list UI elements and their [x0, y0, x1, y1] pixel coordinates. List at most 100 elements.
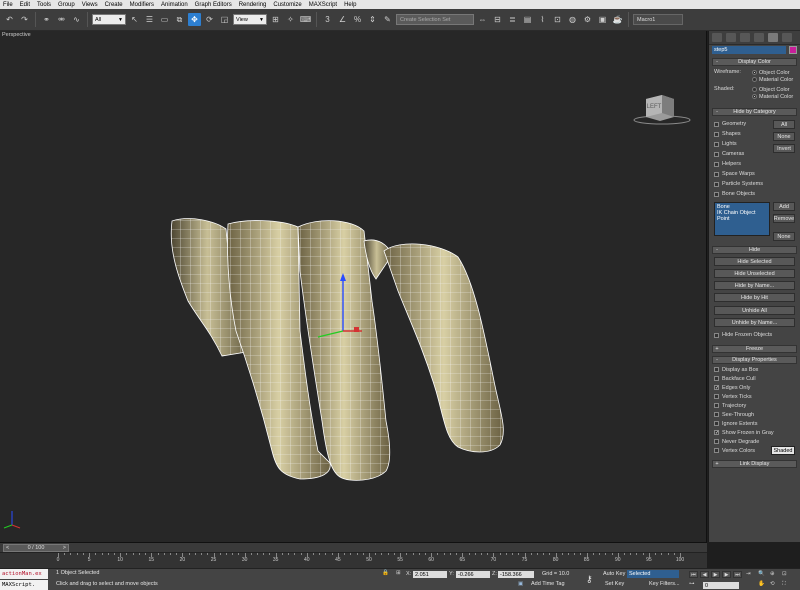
snaps-toggle-icon[interactable]: 3	[321, 13, 334, 26]
hide-selected-button[interactable]: Hide Selected	[714, 257, 795, 266]
window-crossing-icon[interactable]: ⧉	[173, 13, 186, 26]
rollout-header[interactable]: - Hide by Category	[712, 108, 797, 116]
display-as-box-checkbox[interactable]: Display as Box	[714, 365, 795, 374]
go-to-end-icon[interactable]: ⏭	[733, 571, 742, 578]
macro-button[interactable]: Macro1	[633, 14, 683, 25]
rollout-header[interactable]: - Hide	[712, 246, 797, 254]
hide-frozen-objects-checkbox[interactable]: Hide Frozen Objects	[714, 330, 795, 340]
viewcube-face-label[interactable]: LEFT	[647, 104, 662, 110]
pivot-center-icon[interactable]: ⊞	[269, 13, 282, 26]
add-time-tag-button[interactable]: Add Time Tag	[531, 581, 565, 587]
y-coordinate-field[interactable]: -0.266	[456, 571, 490, 578]
vertex-colors-shaded-button[interactable]: Shaded	[771, 446, 795, 455]
menu-animation[interactable]: Animation	[161, 2, 188, 8]
edit-named-selection-icon[interactable]: ✎	[381, 13, 394, 26]
show-frozen-in-gray-checkbox[interactable]: ✓ Show Frozen in Gray	[714, 428, 795, 437]
category-all-button[interactable]: All	[773, 120, 795, 129]
menu-views[interactable]: Views	[82, 2, 98, 8]
perspective-viewport[interactable]: Perspective LEFT	[0, 31, 707, 542]
pan-icon[interactable]: ✋	[758, 581, 765, 587]
key-filters-button[interactable]: Key Filters...	[649, 581, 680, 587]
utilities-tab-icon[interactable]	[782, 33, 792, 42]
viewcube[interactable]: LEFT	[632, 93, 692, 127]
align-icon[interactable]: ⊟	[491, 13, 504, 26]
unlink-icon[interactable]: ⚮	[55, 13, 68, 26]
select-object-icon[interactable]: ↖	[128, 13, 141, 26]
motion-tab-icon[interactable]	[754, 33, 764, 42]
select-and-rotate-icon[interactable]: ⟳	[203, 13, 216, 26]
reference-coordinate-dropdown[interactable]: View ▼	[233, 14, 267, 25]
wireframe-object-color-radio[interactable]: Object Color	[752, 69, 795, 76]
maxscript-listener-output[interactable]: actionMan.ex	[0, 569, 48, 579]
previous-key-icon[interactable]: ◀	[700, 571, 709, 578]
curve-editor-icon[interactable]: ⌇	[536, 13, 549, 26]
hand-mesh[interactable]	[0, 31, 707, 542]
rollout-header[interactable]: + Freeze	[712, 345, 797, 353]
ignore-extents-checkbox[interactable]: Ignore Extents	[714, 419, 795, 428]
unhide-by-name-button[interactable]: Unhide by Name...	[714, 318, 795, 327]
edges-only-checkbox[interactable]: ✓ Edges Only	[714, 383, 795, 392]
schematic-view-icon[interactable]: ⊡	[551, 13, 564, 26]
category-none-button[interactable]: None	[773, 132, 795, 141]
render-production-icon[interactable]: ☕	[611, 13, 624, 26]
category-helpers-checkbox[interactable]: Helpers	[714, 159, 773, 169]
next-frame-icon[interactable]: >	[63, 545, 66, 551]
select-by-name-icon[interactable]: ☰	[143, 13, 156, 26]
next-key-icon[interactable]: ▶	[722, 571, 731, 578]
shaded-object-color-radio[interactable]: Object Color	[752, 86, 795, 93]
select-and-scale-icon[interactable]: ◲	[218, 13, 231, 26]
orbit-icon[interactable]: ⟲	[770, 581, 775, 587]
unhide-all-button[interactable]: Unhide All	[714, 306, 795, 315]
auto-key-mode-dropdown[interactable]: Selected	[627, 570, 679, 578]
list-item[interactable]: Point	[717, 216, 767, 222]
hide-unselected-button[interactable]: Hide Unselected	[714, 269, 795, 278]
percent-snap-icon[interactable]: %	[351, 13, 364, 26]
menu-help[interactable]: Help	[344, 2, 356, 8]
select-manipulate-icon[interactable]: ✧	[284, 13, 297, 26]
menu-tools[interactable]: Tools	[37, 2, 51, 8]
z-coordinate-field[interactable]: -158.366	[498, 571, 534, 578]
key-mode-toggle-icon[interactable]: ⇥	[746, 571, 751, 577]
menu-graph-editors[interactable]: Graph Editors	[195, 2, 232, 8]
zoom-extents-icon[interactable]: ⊡	[782, 571, 787, 577]
render-setup-icon[interactable]: ⚙	[581, 13, 594, 26]
absolute-mode-icon[interactable]: ⊞	[396, 570, 401, 576]
backface-cull-checkbox[interactable]: Backface Cull	[714, 374, 795, 383]
link-icon[interactable]: ⚭	[40, 13, 53, 26]
angle-snap-icon[interactable]: ∠	[336, 13, 349, 26]
rollout-header[interactable]: - Display Color	[712, 58, 797, 66]
category-add-button[interactable]: Add	[773, 202, 795, 211]
display-tab-icon[interactable]	[768, 33, 778, 42]
menu-edit[interactable]: Edit	[20, 2, 30, 8]
category-invert-button[interactable]: Invert	[773, 144, 795, 153]
layer-manager-icon[interactable]: ≣	[506, 13, 519, 26]
time-slider-thumb[interactable]: < 0 / 100 >	[3, 544, 69, 552]
undo-icon[interactable]: ↶	[3, 13, 16, 26]
object-color-swatch[interactable]	[789, 46, 797, 54]
set-key-button[interactable]: Set Key	[605, 581, 624, 587]
redo-icon[interactable]: ↷	[18, 13, 31, 26]
category-space-warps-checkbox[interactable]: Space Warps	[714, 169, 773, 179]
track-bar[interactable]: 0 5 10 15 20 25 30 35 40 45 50 55 60 65 70 75 80 85 90 95 10…	[0, 552, 707, 568]
previous-frame-icon[interactable]: <	[6, 545, 9, 551]
x-coordinate-field[interactable]: 2.051	[413, 571, 447, 578]
category-geometry-checkbox[interactable]: Geometry	[714, 119, 773, 129]
lock-selection-icon[interactable]: 🔒	[382, 570, 389, 576]
menu-group[interactable]: Group	[58, 2, 75, 8]
menu-maxscript[interactable]: MAXScript	[309, 2, 337, 8]
hierarchy-tab-icon[interactable]	[740, 33, 750, 42]
category-shapes-checkbox[interactable]: Shapes	[714, 129, 773, 139]
select-and-move-icon[interactable]: ✥	[188, 13, 201, 26]
hide-by-hit-button[interactable]: Hide by Hit	[714, 293, 795, 302]
zoom-icon[interactable]: 🔍	[758, 571, 765, 577]
vertex-colors-checkbox[interactable]: Vertex Colors	[714, 446, 755, 455]
menu-file[interactable]: File	[3, 2, 13, 8]
mirror-icon[interactable]: ⇔	[476, 13, 489, 26]
key-mode-icon[interactable]: ⊶	[689, 581, 695, 587]
modify-tab-icon[interactable]	[726, 33, 736, 42]
never-degrade-checkbox[interactable]: Never Degrade	[714, 437, 795, 446]
maxscript-listener-input[interactable]: MAXScript.	[0, 580, 48, 590]
rollout-header[interactable]: - Display Properties	[712, 356, 797, 364]
keyboard-shortcut-override-icon[interactable]: ⌨	[299, 13, 312, 26]
category-remove-button[interactable]: Remove	[773, 214, 795, 223]
